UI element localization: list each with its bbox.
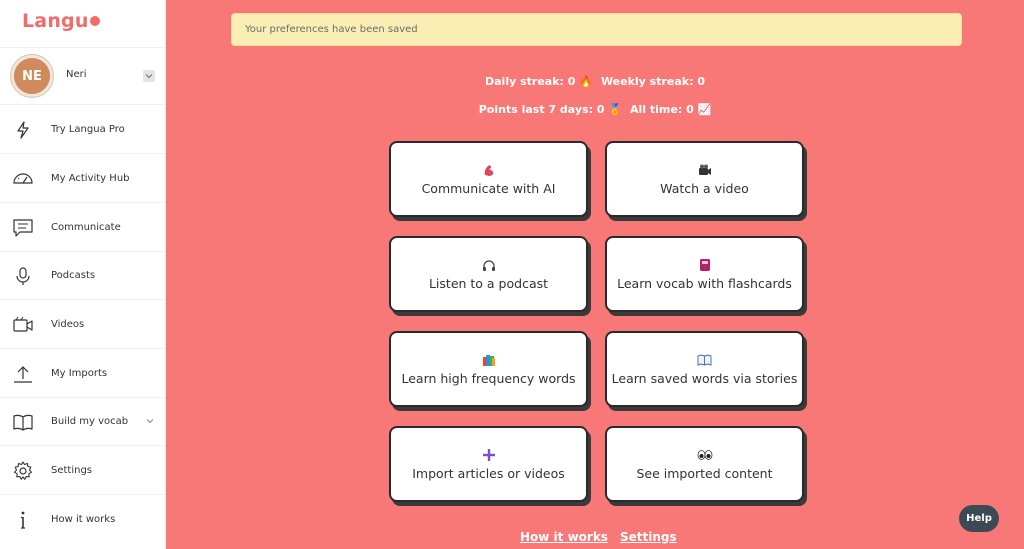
plus-icon	[391, 447, 586, 463]
arm-icon	[391, 162, 586, 178]
microphone-icon	[12, 265, 34, 287]
learn-vocab-flashcards-card[interactable]: Learn vocab with flashcards	[605, 236, 804, 312]
streak-stats: Daily streak: 0 🔥 Weekly streak: 0	[166, 75, 1024, 88]
footer-settings-link[interactable]: Settings	[620, 530, 677, 544]
learn-high-frequency-words-card[interactable]: Learn high frequency words	[389, 331, 588, 407]
chevron-down-icon	[145, 74, 153, 79]
open-book-icon	[607, 352, 802, 368]
card-label: Learn vocab with flashcards	[617, 276, 792, 291]
sidebar-item-videos[interactable]: Videos	[0, 301, 166, 349]
sidebar-item-podcasts[interactable]: Podcasts	[0, 252, 166, 300]
card-label: Learn high frequency words	[401, 371, 576, 386]
see-imported-content-card[interactable]: See imported content	[605, 426, 804, 502]
sidebar-item-label: My Activity Hub	[51, 173, 130, 184]
sidebar-item-activity-hub[interactable]: My Activity Hub	[0, 155, 166, 203]
card-label: Import articles or videos	[412, 466, 565, 481]
eyes-icon	[607, 447, 802, 463]
listen-to-a-podcast-card[interactable]: Listen to a podcast	[389, 236, 588, 312]
banner-text: Your preferences have been saved	[245, 24, 418, 35]
avatar[interactable]: NE	[11, 55, 53, 97]
sidebar-item-label: Podcasts	[51, 270, 96, 281]
flashcard-icon	[607, 257, 802, 273]
upload-icon	[12, 363, 34, 385]
points-last-7-days: Points last 7 days: 0 🏅	[478, 103, 622, 116]
lightning-icon	[12, 119, 34, 141]
sidebar-item-try-pro[interactable]: Try Langua Pro	[0, 106, 166, 154]
sidebar-item-label: My Imports	[51, 368, 108, 379]
sidebar-item-settings[interactable]: Settings	[0, 447, 166, 495]
preferences-saved-banner: Your preferences have been saved	[231, 13, 962, 46]
daily-streak: Daily streak: 0 🔥	[485, 75, 593, 88]
card-label: See imported content	[636, 466, 773, 481]
sidebar-item-my-imports[interactable]: My Imports	[0, 350, 166, 398]
card-label: Watch a video	[660, 181, 749, 196]
sidebar-item-label: How it works	[51, 514, 116, 525]
profile-section: NE Neri	[0, 47, 166, 105]
watch-a-video-card[interactable]: Watch a video	[605, 141, 804, 217]
video-camera-icon	[12, 314, 34, 336]
books-icon	[391, 352, 586, 368]
info-icon	[12, 509, 34, 531]
card-label: Learn saved words via stories	[611, 371, 798, 386]
sidebar-item-communicate[interactable]: Communicate	[0, 204, 166, 252]
card-label: Communicate with AI	[421, 181, 556, 196]
book-icon	[12, 411, 34, 433]
sidebar-item-label: Settings	[51, 465, 93, 476]
learn-saved-words-stories-card[interactable]: Learn saved words via stories	[605, 331, 804, 407]
sidebar-item-label: Try Langua Pro	[51, 124, 125, 135]
app-logo[interactable]: Langu	[22, 10, 100, 32]
card-label: Listen to a podcast	[428, 276, 549, 291]
sidebar-item-how-it-works[interactable]: How it works	[0, 496, 166, 544]
help-button[interactable]: Help	[959, 505, 999, 532]
weekly-streak: Weekly streak: 0	[600, 75, 705, 88]
headphones-icon	[391, 257, 586, 273]
profile-menu-toggle[interactable]	[143, 70, 155, 82]
sidebar-item-label: Videos	[51, 319, 85, 330]
points-stats: Points last 7 days: 0 🏅 All time: 0 📈	[166, 103, 1024, 116]
sidebar: Langu NE Neri Try Langua Pro My Activity…	[0, 0, 166, 549]
chevron-down-icon	[146, 419, 154, 424]
gear-icon	[12, 460, 34, 482]
camera-icon	[607, 162, 802, 178]
footer-how-it-works-link[interactable]: How it works	[520, 530, 608, 544]
sidebar-item-label: Communicate	[51, 222, 121, 233]
communicate-with-ai-card[interactable]: Communicate with AI	[389, 141, 588, 217]
profile-name: Neri	[66, 69, 87, 80]
points-all-time: All time: 0 📈	[630, 103, 712, 116]
sidebar-item-build-vocab[interactable]: Build my vocab	[0, 398, 166, 446]
sidebar-item-label: Build my vocab	[51, 416, 129, 427]
chat-icon	[12, 217, 34, 239]
import-articles-or-videos-card[interactable]: Import articles or videos	[389, 426, 588, 502]
gauge-icon	[12, 168, 34, 190]
